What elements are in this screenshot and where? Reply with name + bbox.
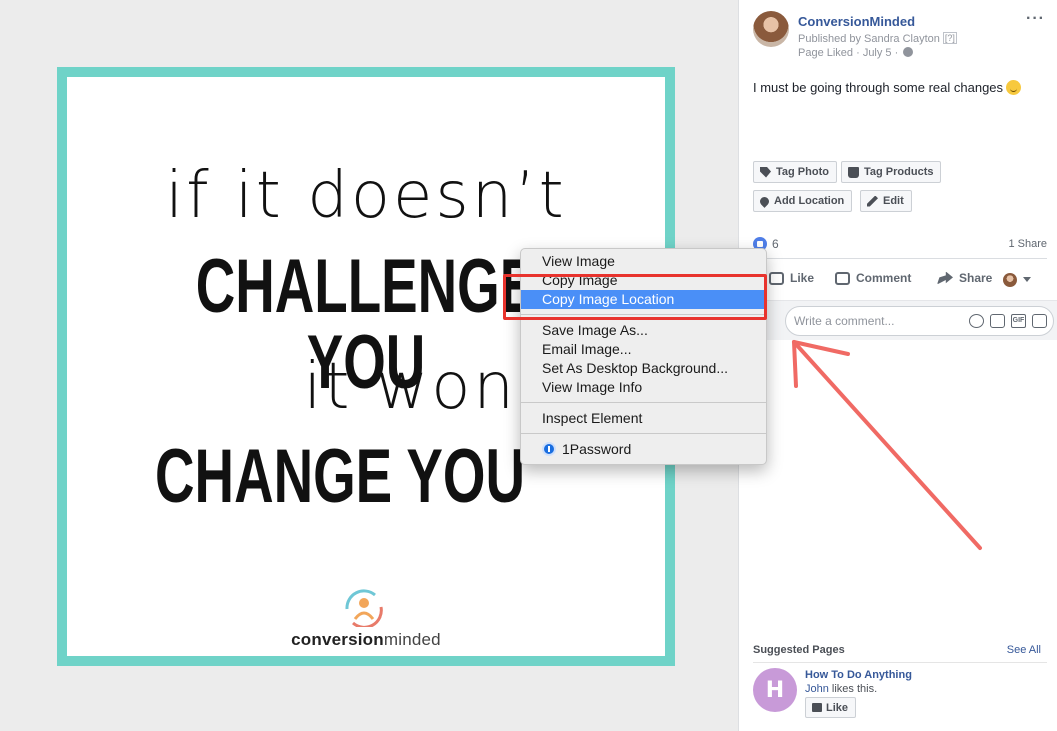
edit-label: Edit (883, 195, 904, 207)
more-options-icon[interactable]: ··· (1026, 10, 1045, 28)
thumbs-up-icon (812, 703, 822, 712)
add-location-button[interactable]: Add Location (753, 190, 853, 212)
annotation-arrow-icon (792, 340, 982, 550)
liker-suffix: likes this. (828, 683, 878, 695)
share-count[interactable]: 1 Share (1008, 238, 1047, 250)
suggested-pages-title: Suggested Pages (753, 644, 845, 656)
globe-icon (903, 47, 914, 57)
menu-item-1password[interactable]: 1Password (521, 440, 766, 459)
poster-line-1: if it doesn’t (165, 159, 567, 233)
divider (753, 662, 1047, 663)
menu-item-inspect-element[interactable]: Inspect Element (521, 409, 766, 428)
menu-item-view-image[interactable]: View Image (521, 252, 766, 271)
logo-light: minded (383, 630, 441, 649)
share-action-label: Share (959, 271, 993, 285)
published-by-text: Published by Sandra Clayton (798, 33, 940, 45)
comment-input[interactable] (794, 314, 964, 328)
tag-photo-button[interactable]: Tag Photo (753, 161, 837, 183)
like-action-label: Like (790, 271, 815, 285)
suggested-page-avatar[interactable]: H (753, 668, 797, 712)
poster-line-4: CHANGE YOU (155, 434, 525, 519)
commenter-avatar[interactable] (1003, 273, 1017, 287)
menu-item-email-image[interactable]: Email Image... (521, 340, 766, 359)
tag-products-button[interactable]: Tag Products (841, 161, 942, 183)
conversionminded-logo-icon (345, 589, 383, 627)
suggested-like-label: Like (826, 701, 849, 714)
post-meta: Page Liked · July 5 · (798, 47, 914, 59)
comment-action-button[interactable]: Comment (835, 271, 911, 285)
page-avatar[interactable] (753, 11, 789, 47)
sticker-icon[interactable] (1032, 314, 1047, 328)
menu-item-save-image-as[interactable]: Save Image As... (521, 321, 766, 340)
location-pin-icon (758, 194, 771, 208)
shopping-bag-icon (848, 166, 859, 178)
gif-icon[interactable]: GIF (1011, 314, 1026, 328)
comment-action-label: Comment (856, 271, 912, 285)
chevron-down-icon[interactable] (1023, 277, 1031, 282)
post-action-bar: Like Comment Share (749, 258, 1047, 300)
suggested-page-name[interactable]: How To Do Anything (805, 669, 912, 681)
add-location-label: Add Location (774, 195, 845, 207)
menu-item-1password-label: 1Password (562, 441, 632, 457)
logo-bold: conversion (291, 630, 384, 649)
like-action-button[interactable]: Like (769, 271, 814, 285)
tag-products-label: Tag Products (864, 166, 934, 178)
post-text-body: I must be going through some real change… (753, 80, 1004, 95)
published-by: Published by Sandra Clayton [?] (798, 32, 957, 45)
highlight-annotation-box (503, 274, 767, 320)
camera-icon[interactable] (990, 314, 1005, 328)
like-count-value: 6 (772, 237, 779, 251)
help-icon[interactable]: [?] (942, 32, 957, 44)
menu-item-view-image-info[interactable]: View Image Info (521, 378, 766, 397)
page-name-link[interactable]: ConversionMinded (798, 14, 915, 29)
comment-tools: GIF (969, 314, 1047, 328)
thumbs-up-icon (769, 271, 784, 285)
share-arrow-icon (937, 271, 953, 285)
menu-separator (521, 402, 766, 403)
post-text: I must be going through some real change… (753, 80, 1022, 95)
menu-separator (521, 433, 766, 434)
suggested-like-button[interactable]: Like (805, 697, 857, 718)
suggested-page-social: John likes this. (805, 683, 877, 695)
menu-item-set-desktop-background[interactable]: Set As Desktop Background... (521, 359, 766, 378)
smile-emoji-icon (1006, 80, 1022, 95)
pencil-icon (867, 195, 878, 207)
share-action-button[interactable]: Share (937, 271, 992, 285)
see-all-link[interactable]: See All (1007, 644, 1041, 656)
1password-icon (542, 442, 556, 456)
liker-name-link[interactable]: John (805, 683, 829, 695)
emoji-icon[interactable] (969, 314, 984, 328)
tag-photo-label: Tag Photo (776, 166, 829, 178)
edit-button[interactable]: Edit (860, 190, 912, 212)
conversionminded-wordmark: conversionminded (67, 630, 665, 650)
tag-icon (760, 166, 771, 178)
post-meta-text: Page Liked · July 5 · (798, 47, 899, 59)
speech-bubble-icon (835, 271, 850, 285)
